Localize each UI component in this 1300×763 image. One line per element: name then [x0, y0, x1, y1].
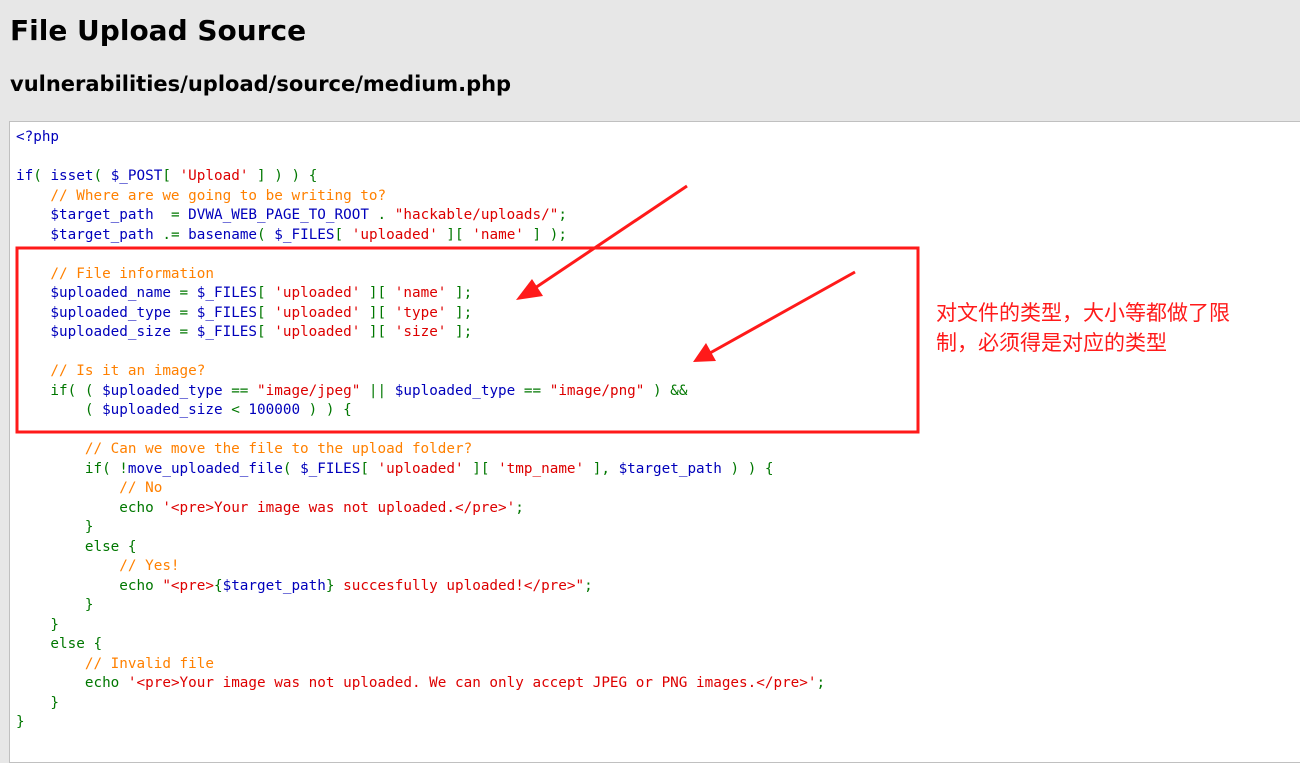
arrow-to-image-check — [693, 270, 856, 362]
arrow-to-file-information — [516, 184, 688, 300]
highlight-box — [15, 246, 920, 434]
annotation-note: 对文件的类型，大小等都做了限制，必须得是对应的类型 — [936, 301, 1230, 355]
annotation-overlay — [15, 184, 920, 434]
